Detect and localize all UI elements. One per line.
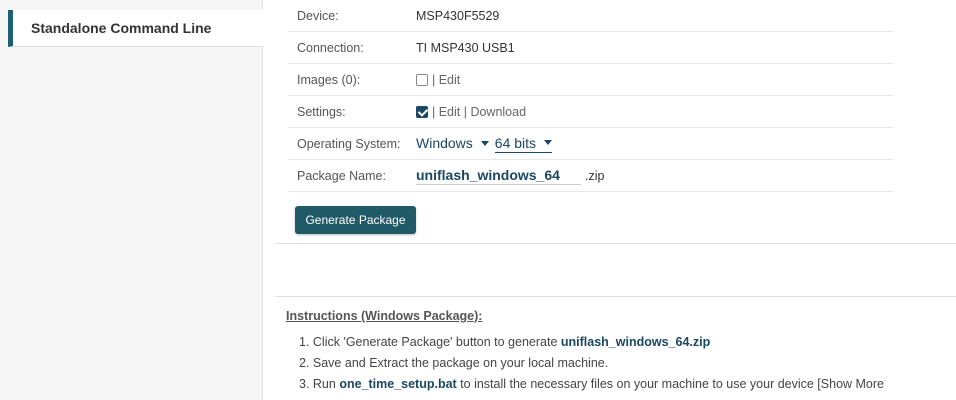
settings-checkbox[interactable] <box>416 105 428 118</box>
images-label: Images (0): <box>297 72 361 87</box>
instructions-title: Instructions (Windows Package): <box>286 309 483 323</box>
os-label: Operating System: <box>297 136 401 151</box>
os-row: Operating System: Windows 64 bits <box>288 128 893 160</box>
sidebar-item-standalone-command-line[interactable]: Standalone Command Line <box>8 10 263 47</box>
step3-suffix[interactable]: to install the necessary files on your m… <box>457 377 884 391</box>
generate-package-button[interactable]: Generate Package <box>295 206 416 234</box>
chevron-down-icon <box>480 140 489 146</box>
package-name-row: Package Name: uniflash_windows_64 .zip <box>288 160 893 192</box>
os-select-value: Windows <box>416 135 473 151</box>
connection-value: TI MSP430 USB1 <box>416 40 515 55</box>
chevron-down-icon <box>544 140 553 145</box>
step1-filename: uniflash_windows_64.zip <box>560 335 711 349</box>
package-form: Device: MSP430F5529 Connection: TI MSP43… <box>288 0 893 192</box>
settings-label: Settings: <box>297 104 346 119</box>
connection-label: Connection: <box>297 40 364 55</box>
instruction-step-2: 2. Save and Extract the package on your … <box>299 353 956 374</box>
images-checkbox[interactable] <box>416 73 428 86</box>
package-name-label: Package Name: <box>297 168 386 183</box>
os-select[interactable]: Windows <box>416 135 489 152</box>
divider <box>275 296 956 297</box>
step1-text: 1. Click 'Generate Package' button to ge… <box>299 335 561 349</box>
instructions-section: Instructions (Windows Package): 1. Click… <box>286 309 956 395</box>
settings-row: Settings: | Edit | Download <box>288 96 893 128</box>
sidebar: Standalone Command Line <box>0 0 263 400</box>
settings-edit-download-links[interactable]: | Edit | Download <box>432 105 526 119</box>
images-edit-link[interactable]: | Edit <box>432 73 460 87</box>
package-suffix: .zip <box>585 168 605 183</box>
sidebar-item-label: Standalone Command Line <box>31 20 212 36</box>
step3-prefix: 3. Run <box>299 377 340 391</box>
connection-row: Connection: TI MSP430 USB1 <box>288 32 893 64</box>
package-name-input[interactable]: uniflash_windows_64 <box>416 167 581 185</box>
device-value: MSP430F5529 <box>416 8 500 23</box>
main-content: Device: MSP430F5529 Connection: TI MSP43… <box>275 0 956 400</box>
bits-select[interactable]: 64 bits <box>494 134 553 153</box>
bits-select-value: 64 bits <box>494 134 537 151</box>
step2-text: 2. Save and Extract the package on your … <box>299 356 609 370</box>
instruction-step-1: 1. Click 'Generate Package' button to ge… <box>299 332 956 353</box>
divider <box>275 243 956 244</box>
step3-filename: one_time_setup.bat <box>339 377 457 391</box>
device-label: Device: <box>297 8 339 23</box>
instruction-step-3: 3. Run one_time_setup.bat to install the… <box>299 374 956 395</box>
device-row: Device: MSP430F5529 <box>288 0 893 32</box>
images-row: Images (0): | Edit <box>288 64 893 96</box>
